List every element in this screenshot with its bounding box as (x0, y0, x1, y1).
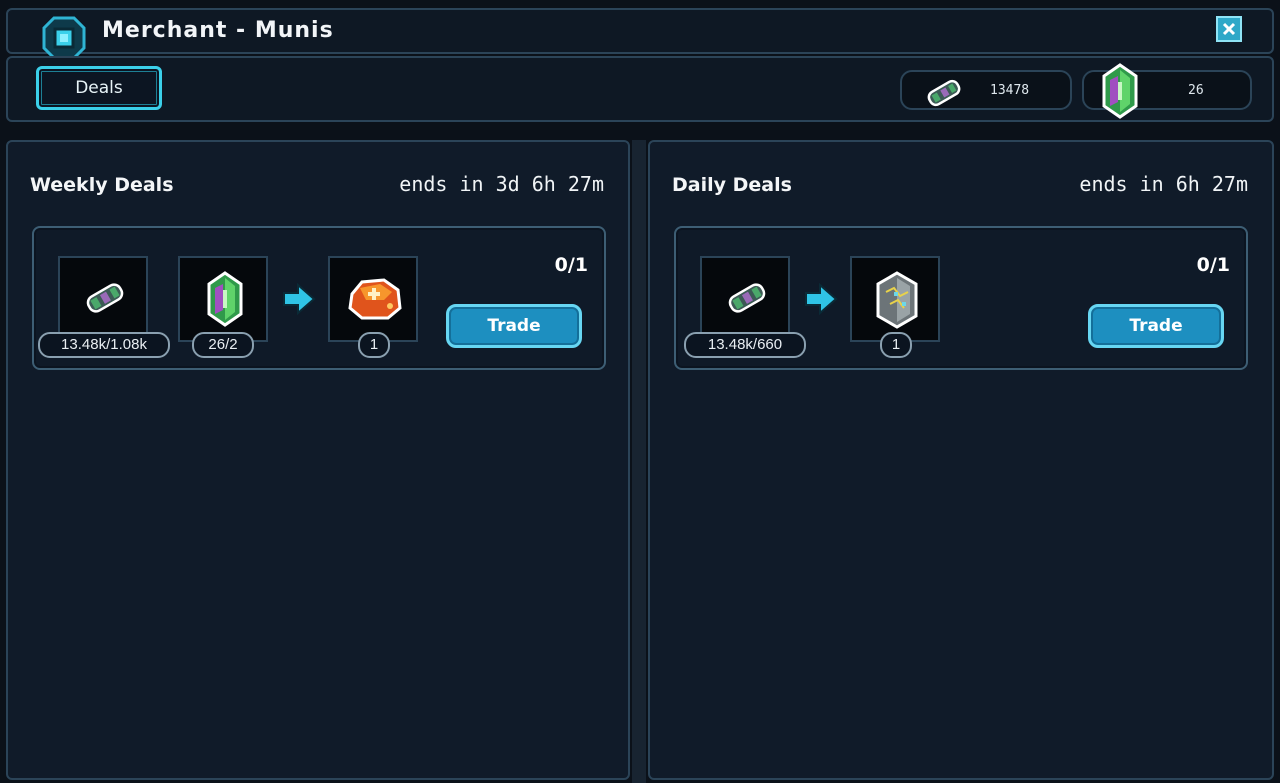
merchant-emblem-icon (42, 16, 86, 60)
currency-crystal: 26 (1082, 63, 1252, 119)
bandage-roll-icon (728, 283, 766, 313)
cost-slot-bandage[interactable] (700, 256, 790, 342)
orange-ore-icon (348, 278, 402, 320)
weekly-trade-button[interactable]: Trade (446, 304, 582, 348)
green-crystal-icon (207, 271, 243, 327)
bandage-roll-icon (927, 79, 961, 107)
arrow-right-icon (283, 282, 316, 316)
weekly-deals-title: Weekly Deals (30, 174, 174, 196)
weekly-deals-panel: Weekly Deals ends in 3d 6h 27m 13.48k/1.… (6, 140, 630, 780)
weekly-deals-timer: ends in 3d 6h 27m (399, 172, 604, 196)
arrow-right-icon (805, 282, 838, 316)
title-bar: Merchant - Munis (6, 8, 1274, 60)
weekly-deal-limit: 0/1 (554, 254, 588, 276)
daily-deal-card: 13.48k/660 1 0/1 Trade (674, 226, 1248, 370)
close-button[interactable] (1216, 16, 1242, 42)
tab-bar: Deals 13478 26 (6, 56, 1274, 122)
daily-deals-timer: ends in 6h 27m (1079, 172, 1248, 196)
bandage-roll-icon (86, 283, 124, 313)
weekly-deal-card: 13.48k/1.08k 26/2 1 0/1 Trade (32, 226, 606, 370)
daily-trade-button[interactable]: Trade (1088, 304, 1224, 348)
daily-deal-limit: 0/1 (1196, 254, 1230, 276)
daily-deals-panel: Daily Deals ends in 6h 27m 13.48k/660 1 … (648, 140, 1274, 780)
currency-bandage-amount: 13478 (990, 83, 1030, 98)
window-title: Merchant - Munis (102, 18, 334, 43)
cost-slot-bandage[interactable] (58, 256, 148, 342)
cost-qty-crystal: 26/2 (192, 332, 254, 358)
green-crystal-icon (1102, 63, 1138, 119)
tab-deals[interactable]: Deals (36, 66, 162, 110)
currency-bandage: 13478 (900, 70, 1072, 110)
reward-slot-ore[interactable] (328, 256, 418, 342)
cost-slot-crystal[interactable] (178, 256, 268, 342)
reward-qty-ore: 1 (358, 332, 390, 358)
close-icon (1222, 22, 1236, 36)
cost-qty-bandage: 13.48k/1.08k (38, 332, 170, 358)
gray-crystal-icon (876, 271, 918, 329)
panel-divider (632, 140, 646, 783)
reward-qty-gray-crystal: 1 (880, 332, 912, 358)
reward-slot-gray-crystal[interactable] (850, 256, 940, 342)
cost-qty-bandage: 13.48k/660 (684, 332, 806, 358)
daily-deals-title: Daily Deals (672, 174, 792, 196)
separator-strip (0, 124, 1280, 136)
currency-crystal-amount: 26 (1188, 83, 1204, 98)
